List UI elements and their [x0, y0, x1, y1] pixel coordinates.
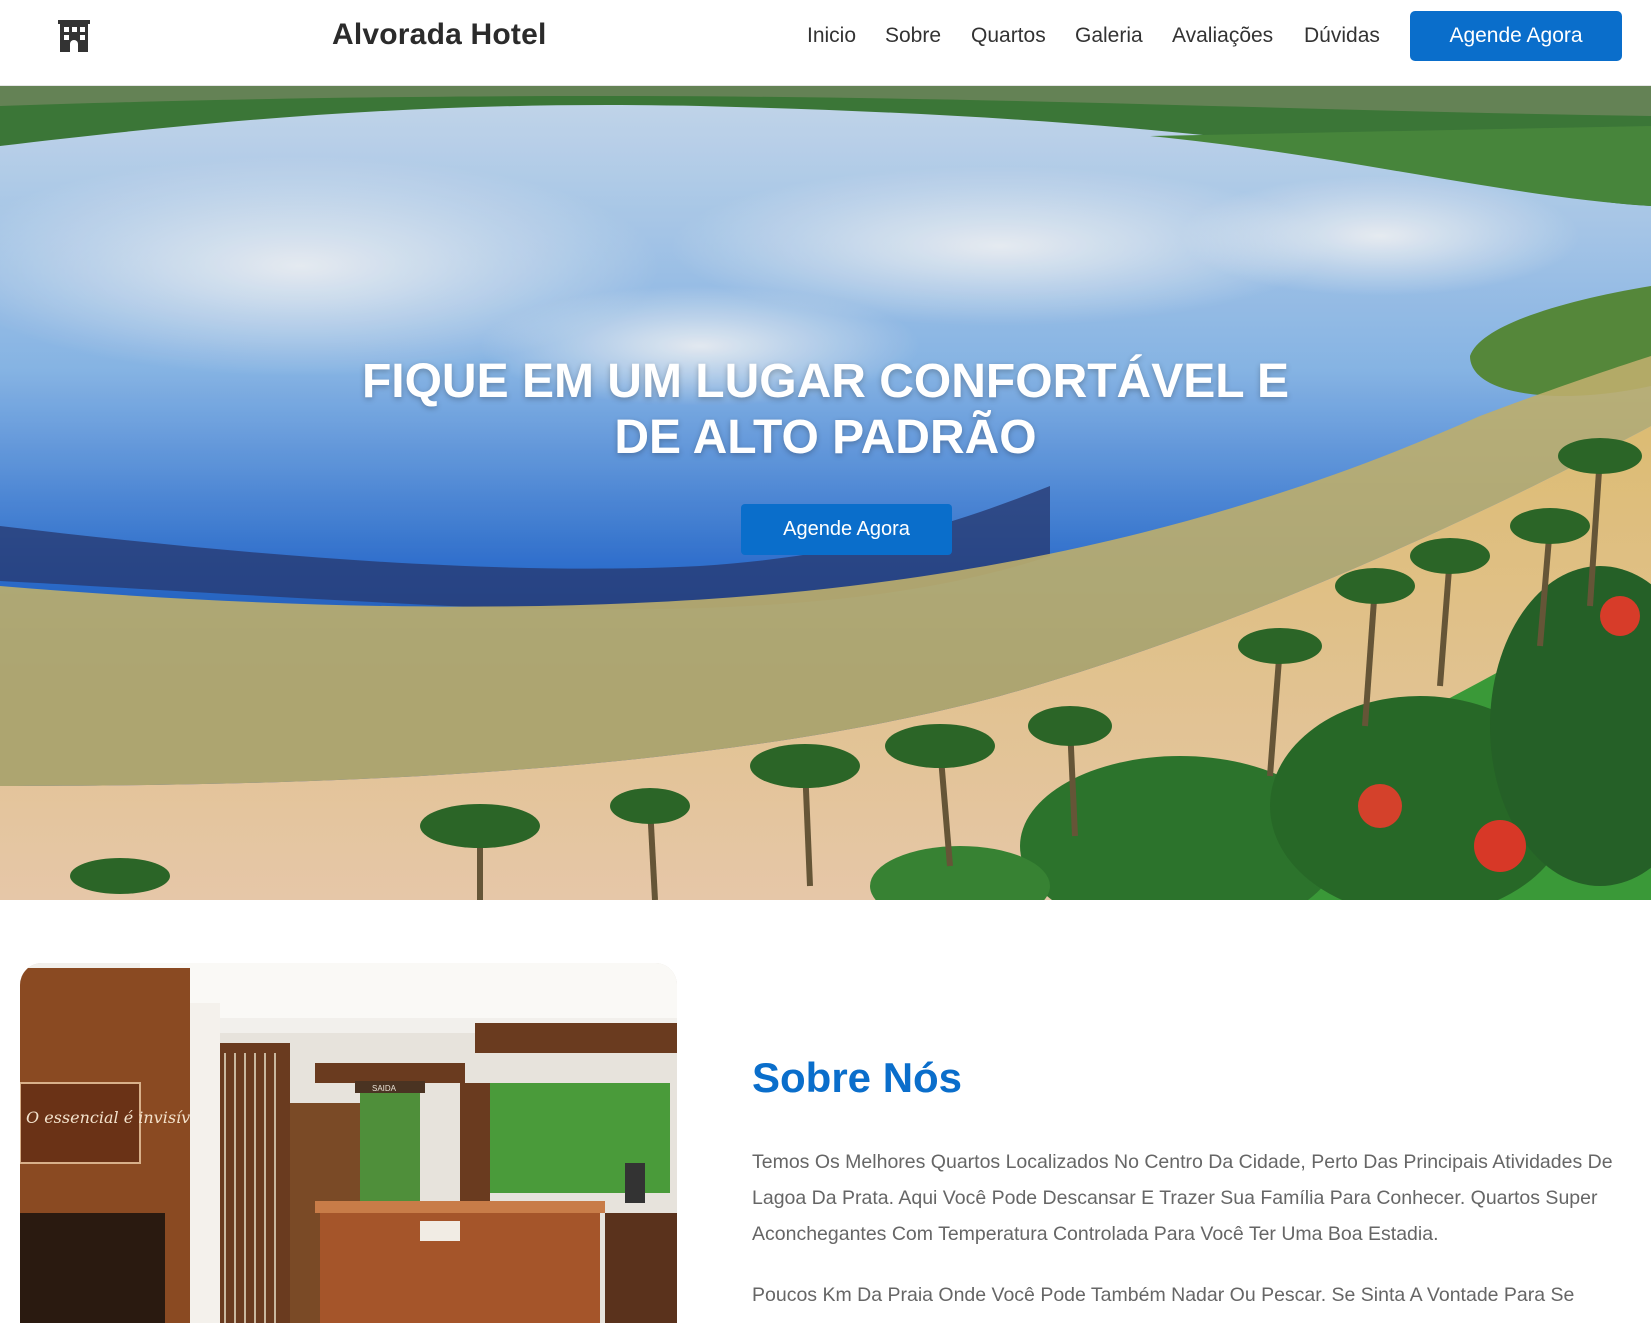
about-title: Sobre Nós [752, 1054, 963, 1101]
hero-section: FIQUE EM UM LUGAR CONFORTÁVEL E DE ALTO … [0, 86, 1651, 900]
hero-title: FIQUE EM UM LUGAR CONFORTÁVEL E DE ALTO … [0, 354, 1651, 466]
hotel-building-icon[interactable] [58, 20, 90, 52]
book-now-button[interactable]: Agende Agora [1410, 11, 1622, 61]
hero-title-line-1: FIQUE EM UM LUGAR CONFORTÁVEL E [361, 355, 1290, 408]
hero-title-line-2: DE ALTO PADRÃO [614, 411, 1037, 464]
hero-lagoon-image [0, 86, 1651, 900]
door-sign-text: SAIDA [372, 1084, 397, 1093]
nav-item-inicio[interactable]: Inicio [807, 24, 856, 48]
nav-item-galeria[interactable]: Galeria [1075, 24, 1143, 48]
about-paragraph-1: Temos Os Melhores Quartos Localizados No… [752, 1151, 1613, 1245]
nav-item-quartos[interactable]: Quartos [971, 24, 1046, 48]
nav-item-duvidas[interactable]: Dúvidas [1304, 24, 1380, 48]
nav-item-sobre[interactable]: Sobre [885, 24, 941, 48]
nav-item-avaliacoes[interactable]: Avaliações [1172, 24, 1273, 48]
site-header: Alvorada Hotel Inicio Sobre Quartos Gale… [0, 0, 1651, 86]
reception-photo: O essencial é invisível aos olhos SAIDA [20, 963, 677, 1323]
hero-book-now-button[interactable]: Agende Agora [741, 504, 952, 555]
brand-name[interactable]: Alvorada Hotel [332, 18, 547, 52]
about-paragraph-2: Poucos Km Da Praia Onde Você Pode Também… [752, 1284, 1575, 1306]
